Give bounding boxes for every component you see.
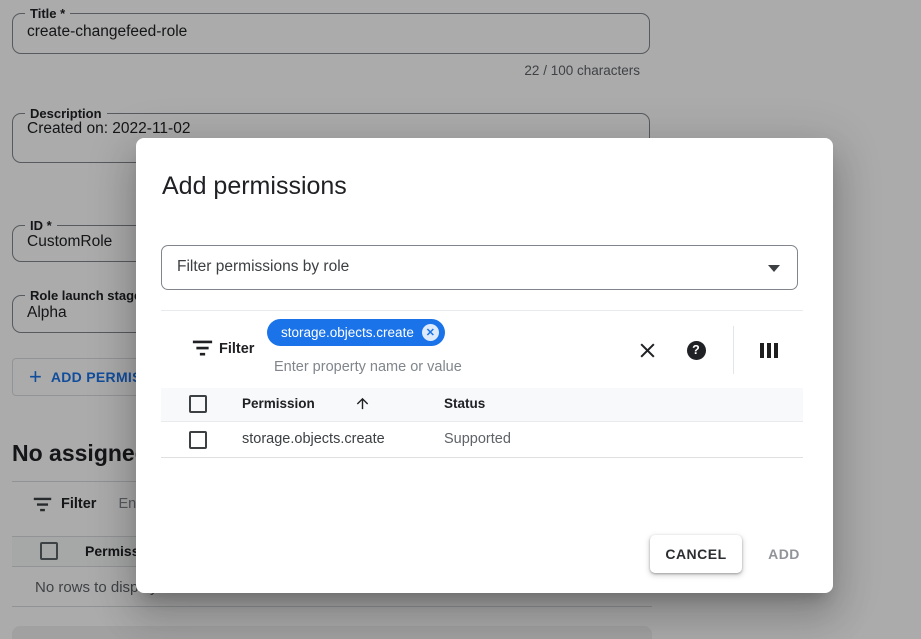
dialog-title: Add permissions [162,172,347,201]
help-icon: ? [687,341,706,360]
help-button[interactable]: ? [683,337,709,363]
permissions-filter-toolbar: Filter storage.objects.create ✕ Enter pr… [161,310,803,388]
columns-icon [760,343,779,358]
add-button[interactable]: ADD [749,535,819,573]
filter-label: Filter [219,341,254,357]
row-status-cell: Supported [444,431,511,447]
column-permission: Permission [242,396,315,411]
add-permissions-dialog: Add permissions Filter permissions by ro… [136,138,833,593]
filter-by-role-dropdown[interactable]: Filter permissions by role [161,245,798,290]
column-display-options-button[interactable] [756,337,782,363]
column-status: Status [444,396,485,411]
select-all-checkbox[interactable] [189,395,207,413]
table-row[interactable]: storage.objects.create Supported [161,422,803,458]
sort-ascending-icon[interactable] [354,395,371,412]
cancel-button[interactable]: CANCEL [650,535,742,573]
filter-icon [192,340,213,356]
chip-remove-icon[interactable]: ✕ [422,324,439,341]
filter-by-role-placeholder: Filter permissions by role [177,258,349,276]
filter-chip-label: storage.objects.create [281,325,414,340]
filter-chip[interactable]: storage.objects.create ✕ [267,319,445,346]
dropdown-arrow-icon [768,265,780,272]
close-icon [638,341,657,360]
row-permission-cell: storage.objects.create [242,431,385,447]
filter-input[interactable]: Enter property name or value [274,359,462,375]
dialog-table-header: Permission Status [161,388,803,422]
screen: Title * create-changefeed-role 22 / 100 … [0,0,921,639]
clear-filters-button[interactable] [634,337,660,363]
toolbar-divider [733,326,734,374]
row-checkbox[interactable] [189,431,207,449]
